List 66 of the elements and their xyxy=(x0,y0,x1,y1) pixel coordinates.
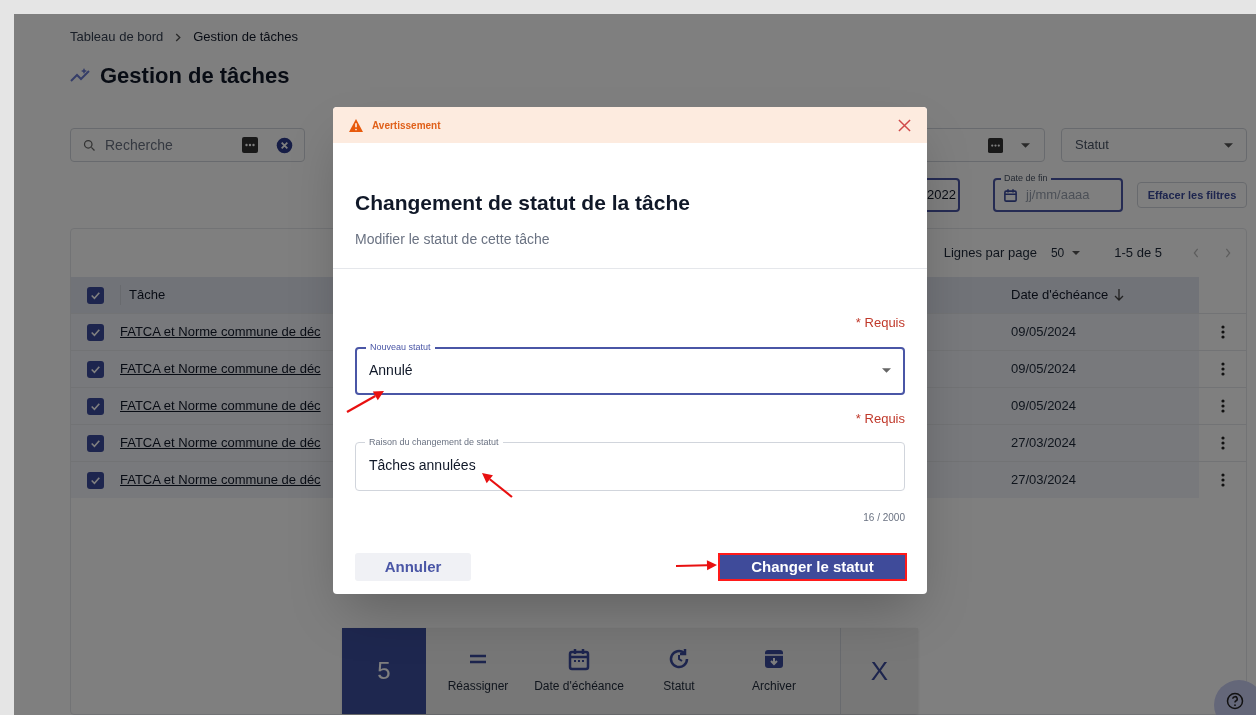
change-status-button[interactable]: Changer le statut xyxy=(718,553,907,581)
task-link[interactable]: FATCA et Norme commune de déc xyxy=(120,396,321,416)
help-icon xyxy=(1226,692,1244,710)
kebab-menu-icon[interactable] xyxy=(1220,473,1225,487)
close-button[interactable]: X xyxy=(841,628,918,714)
kebab-menu-icon[interactable] xyxy=(1220,362,1225,376)
checkbox[interactable] xyxy=(87,471,104,489)
task-link[interactable]: FATCA et Norme commune de déc xyxy=(120,470,321,490)
table-cell-text: 09/05/2024 xyxy=(1010,360,1078,379)
rows-per-page-label: Lignes par page xyxy=(943,244,1037,263)
table-cell-text: 09/05/2024 xyxy=(1010,323,1078,342)
task-link[interactable]: FATCA et Norme commune de déc xyxy=(120,359,321,379)
checkbox[interactable] xyxy=(87,286,104,304)
more-icon[interactable] xyxy=(242,137,258,153)
checkbox[interactable] xyxy=(87,323,104,341)
caret-icon xyxy=(1021,142,1030,148)
bulk-action-button[interactable]: Réassigner xyxy=(442,647,514,695)
archive-box-icon xyxy=(762,647,786,671)
clear-icon[interactable] xyxy=(276,136,293,154)
bulk-action-button[interactable]: Statut xyxy=(644,647,714,695)
more-icon xyxy=(988,137,1003,153)
caret-icon xyxy=(1072,251,1081,255)
table-cell-text: 27/03/2024 xyxy=(1010,434,1078,453)
checkbox[interactable] xyxy=(87,434,104,452)
warning-icon xyxy=(349,118,363,132)
checkbox[interactable] xyxy=(87,397,104,415)
search-field[interactable]: Recherche xyxy=(70,128,305,162)
pagination-range: 1-5 de 5 xyxy=(1114,244,1162,263)
bulk-action-button[interactable]: Date d'échéance xyxy=(524,647,634,695)
kebab-menu-icon[interactable] xyxy=(1220,325,1225,339)
column-header[interactable]: Tâche xyxy=(120,285,166,305)
caret-icon xyxy=(882,368,891,373)
table-cell-text: 27/03/2024 xyxy=(1010,471,1078,490)
sparkle-chart-icon xyxy=(70,66,92,84)
checkbox[interactable] xyxy=(87,360,104,378)
breadcrumb-item[interactable]: Tableau de bord xyxy=(70,27,164,47)
dialog-title: Changement de statut de la tâche xyxy=(355,190,691,216)
page-title: Gestion de tâches xyxy=(100,61,290,90)
annotation-arrow xyxy=(482,473,513,498)
selected-count: 5 xyxy=(342,628,426,714)
breadcrumb-item: Gestion de tâches xyxy=(193,28,299,47)
task-link[interactable]: FATCA et Norme commune de déc xyxy=(120,322,321,342)
calendar-icon xyxy=(567,647,591,671)
clock-refresh-icon xyxy=(667,647,691,671)
required-label: * Requis xyxy=(855,409,905,428)
rows-per-page-select[interactable]: 50 xyxy=(1050,244,1081,262)
caret-icon xyxy=(1224,142,1233,148)
status-dropdown[interactable]: Statut xyxy=(1061,128,1247,162)
sort-down-icon[interactable] xyxy=(1114,289,1125,301)
task-link[interactable]: FATCA et Norme commune de déc xyxy=(120,433,321,453)
dialog-subtitle: Modifier le statut de cette tâche xyxy=(355,230,551,249)
required-label: * Requis xyxy=(855,314,905,332)
bulk-action-button[interactable]: Archiver xyxy=(724,647,824,695)
clear-filters-button[interactable]: Effacer les filtres xyxy=(1137,182,1247,208)
kebab-menu-icon[interactable] xyxy=(1220,436,1225,450)
kebab-menu-icon[interactable] xyxy=(1220,399,1225,413)
close-icon[interactable] xyxy=(898,118,911,132)
calendar-icon xyxy=(1003,187,1018,203)
cancel-button[interactable]: Annuler xyxy=(355,553,471,581)
table-cell-text: 09/05/2024 xyxy=(1010,397,1078,416)
annotation-arrow xyxy=(675,560,717,571)
search-icon xyxy=(82,137,97,153)
chevron-right-icon xyxy=(175,32,182,42)
character-counter: 16 / 2000 xyxy=(863,511,905,525)
annotation-arrow xyxy=(346,391,384,413)
warning-banner: Avertissement xyxy=(333,107,927,143)
